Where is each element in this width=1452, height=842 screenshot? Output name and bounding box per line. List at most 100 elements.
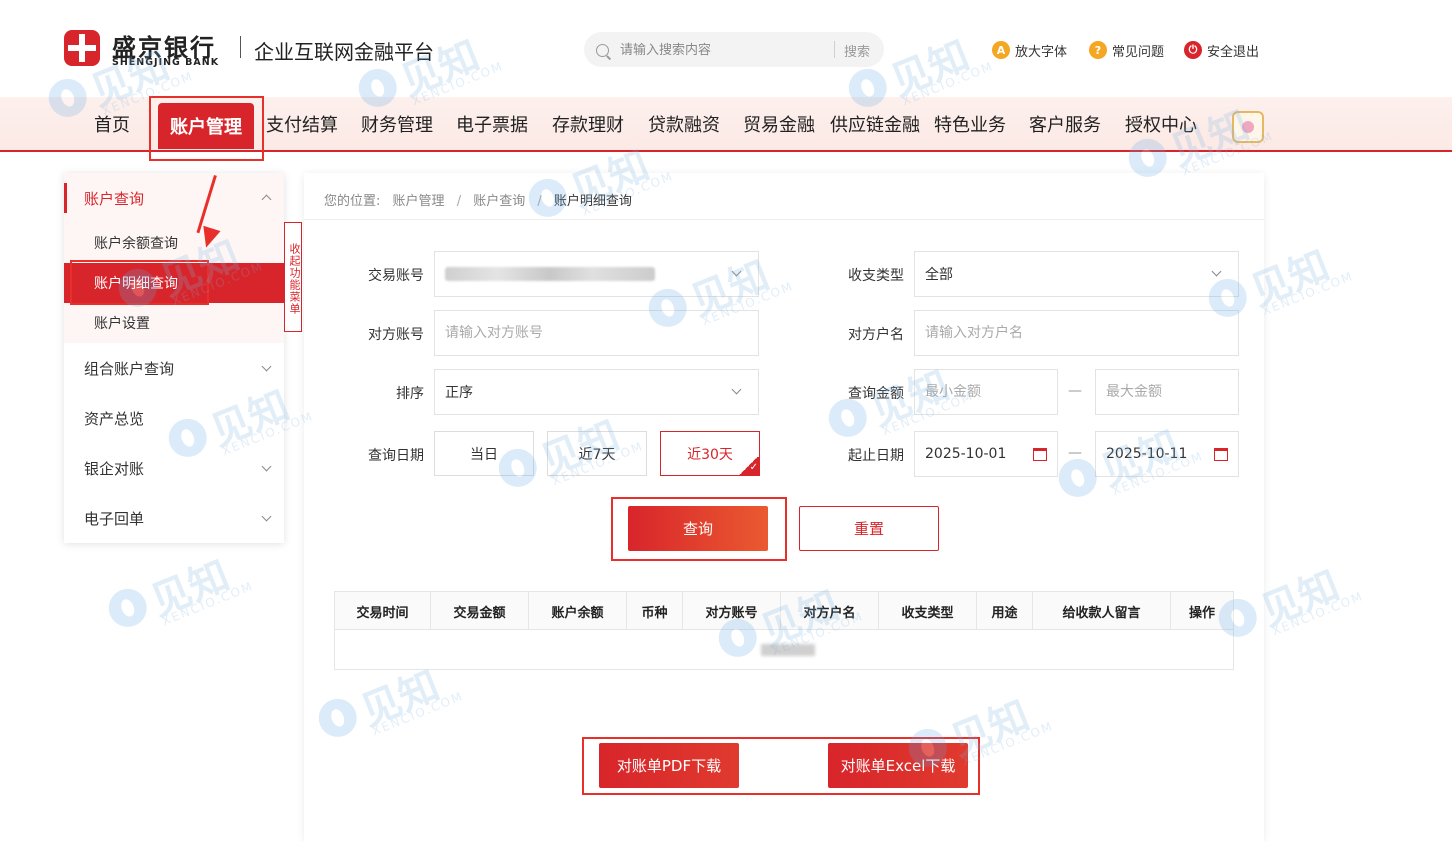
chevron-up-icon bbox=[261, 194, 272, 205]
counter-account-input[interactable] bbox=[445, 311, 758, 355]
account-select[interactable] bbox=[434, 251, 759, 297]
search-divider bbox=[834, 41, 835, 58]
bank-name-en: SHENGJING BANK bbox=[112, 57, 220, 68]
sort-select[interactable]: 正序 bbox=[434, 369, 759, 415]
search-box: 搜索 bbox=[584, 32, 884, 67]
logout-icon: ⏻ bbox=[1184, 41, 1202, 59]
sidebar-group-label: 银企对账 bbox=[84, 459, 145, 478]
nav-item-payment[interactable]: 支付结算 bbox=[266, 111, 338, 137]
counter-name-label: 对方户名 bbox=[848, 327, 904, 343]
logout-label: 安全退出 bbox=[1207, 44, 1260, 60]
end-date-value: 2025-10-11 bbox=[1106, 446, 1188, 462]
sidebar-group-e-receipt[interactable]: 电子回单 bbox=[64, 493, 284, 543]
query-button[interactable]: 查询 bbox=[628, 506, 768, 551]
column-header: 对方户名 bbox=[781, 592, 879, 630]
start-date-field[interactable]: 2025-10-01 bbox=[914, 431, 1058, 477]
calendar-icon[interactable] bbox=[1214, 448, 1228, 461]
type-select[interactable]: 全部 bbox=[914, 251, 1239, 297]
sidebar-group-label: 账户查询 bbox=[84, 189, 145, 208]
counter-account-label: 对方账号 bbox=[368, 327, 424, 343]
breadcrumb-item[interactable]: 账户查询 bbox=[473, 194, 525, 209]
nav-item-featured[interactable]: 特色业务 bbox=[934, 111, 1006, 137]
sidebar-item-detail-query[interactable]: 账户明细查询 bbox=[64, 263, 284, 303]
search-button[interactable]: 搜索 bbox=[844, 41, 870, 60]
search-input[interactable] bbox=[620, 40, 820, 60]
start-date-value: 2025-10-01 bbox=[925, 446, 1007, 462]
help-button[interactable]: ? 常见问题 bbox=[1089, 40, 1164, 60]
bank-logo-icon bbox=[64, 30, 100, 66]
sidebar-item-account-settings[interactable]: 账户设置 bbox=[64, 303, 284, 343]
excel-download-button[interactable]: 对账单Excel下载 bbox=[828, 743, 968, 788]
breadcrumb: 您的位置: 账户管理 / 账户查询 / 账户明细查询 bbox=[324, 190, 632, 209]
chevron-down-icon bbox=[1211, 266, 1222, 277]
sidebar: 账户查询 账户余额查询 账户明细查询 账户设置 组合账户查询 资产总览 银企对账… bbox=[64, 173, 284, 543]
type-label: 收支类型 bbox=[848, 268, 904, 284]
font-size-button[interactable]: A 放大字体 bbox=[992, 40, 1067, 60]
masked-table-content bbox=[761, 644, 815, 656]
column-header: 收支类型 bbox=[879, 592, 977, 630]
sidebar-item-balance-query[interactable]: 账户余额查询 bbox=[64, 223, 284, 263]
date-separator: — bbox=[1068, 445, 1082, 461]
date-today-button[interactable]: 当日 bbox=[434, 431, 534, 476]
counter-name-input[interactable] bbox=[925, 311, 1238, 355]
logout-button[interactable]: ⏻ 安全退出 bbox=[1184, 40, 1259, 60]
header: 盛京银行 SHENGJING BANK 企业互联网金融平台 搜索 A 放大字体 … bbox=[0, 0, 1452, 97]
counter-name-field bbox=[914, 310, 1239, 356]
collapse-menu-tab[interactable]: 收起功能菜单 bbox=[284, 222, 302, 332]
account-label: 交易账号 bbox=[368, 268, 424, 284]
sidebar-submenu: 账户余额查询 账户明细查询 账户设置 bbox=[64, 223, 284, 343]
search-icon bbox=[596, 44, 609, 57]
nav-item-trade-finance[interactable]: 贸易金融 bbox=[743, 111, 815, 137]
date-30days-button[interactable]: 近30天 bbox=[660, 431, 760, 476]
end-date-field[interactable]: 2025-10-11 bbox=[1095, 431, 1239, 477]
chevron-down-icon bbox=[731, 266, 742, 277]
sidebar-group-reconciliation[interactable]: 银企对账 bbox=[64, 443, 284, 493]
breadcrumb-divider bbox=[304, 219, 1264, 220]
logo-divider bbox=[240, 36, 241, 58]
counter-account-field bbox=[434, 310, 759, 356]
amount-max-input[interactable] bbox=[1106, 370, 1238, 414]
nav-item-authorization[interactable]: 授权中心 bbox=[1125, 111, 1197, 137]
column-header: 交易时间 bbox=[335, 592, 431, 630]
nav-item-home[interactable]: 首页 bbox=[94, 111, 130, 137]
nav-item-e-bills[interactable]: 电子票据 bbox=[456, 111, 528, 137]
table-header: 交易时间 交易金额 账户余额 币种 对方账号 对方户名 收支类型 用途 给收款人… bbox=[335, 592, 1233, 630]
date-7days-button[interactable]: 近7天 bbox=[547, 431, 647, 476]
amount-min-input[interactable] bbox=[925, 370, 1057, 414]
sidebar-group-asset-overview[interactable]: 资产总览 bbox=[64, 393, 284, 443]
column-header: 给收款人留言 bbox=[1033, 592, 1171, 630]
amount-separator: — bbox=[1068, 383, 1082, 399]
nav-item-account-management[interactable]: 账户管理 bbox=[158, 103, 254, 149]
column-header: 操作 bbox=[1188, 605, 1215, 621]
chevron-down-icon bbox=[261, 511, 272, 522]
breadcrumb-item[interactable]: 账户管理 bbox=[393, 194, 445, 209]
nav-item-service[interactable]: 客户服务 bbox=[1029, 111, 1101, 137]
promo-icon[interactable] bbox=[1232, 111, 1264, 143]
calendar-icon[interactable] bbox=[1033, 448, 1047, 461]
pdf-download-button[interactable]: 对账单PDF下载 bbox=[599, 743, 739, 788]
column-header: 币种 bbox=[627, 592, 683, 630]
chevron-down-icon bbox=[261, 461, 272, 472]
sidebar-group-label: 资产总览 bbox=[84, 409, 145, 428]
column-header: 交易金额 bbox=[431, 592, 529, 630]
breadcrumb-separator: / bbox=[456, 194, 462, 209]
nav-item-loans[interactable]: 贷款融资 bbox=[648, 111, 720, 137]
sidebar-group-label: 电子回单 bbox=[84, 509, 145, 528]
transaction-table: 交易时间 交易金额 账户余额 币种 对方账号 对方户名 收支类型 用途 给收款人… bbox=[334, 591, 1234, 670]
nav-item-deposits[interactable]: 存款理财 bbox=[552, 111, 624, 137]
type-select-value: 全部 bbox=[925, 267, 953, 283]
nav-item-finance[interactable]: 财务管理 bbox=[361, 111, 433, 137]
chevron-down-icon bbox=[731, 384, 742, 395]
nav-item-supply-chain[interactable]: 供应链金融 bbox=[830, 111, 920, 137]
column-header: 用途 bbox=[977, 592, 1033, 630]
amount-max-field bbox=[1095, 369, 1239, 415]
sidebar-group-combined-account[interactable]: 组合账户查询 bbox=[64, 343, 284, 393]
date-label: 查询日期 bbox=[368, 448, 424, 464]
main-nav: 首页 账户管理 支付结算 财务管理 电子票据 存款理财 贷款融资 贸易金融 供应… bbox=[0, 97, 1452, 152]
reset-button[interactable]: 重置 bbox=[799, 506, 939, 551]
range-label: 起止日期 bbox=[848, 448, 904, 464]
sidebar-group-account-query[interactable]: 账户查询 bbox=[64, 173, 284, 223]
chevron-down-icon bbox=[261, 361, 272, 372]
sidebar-group-label: 组合账户查询 bbox=[84, 359, 175, 378]
help-label: 常见问题 bbox=[1112, 44, 1165, 60]
